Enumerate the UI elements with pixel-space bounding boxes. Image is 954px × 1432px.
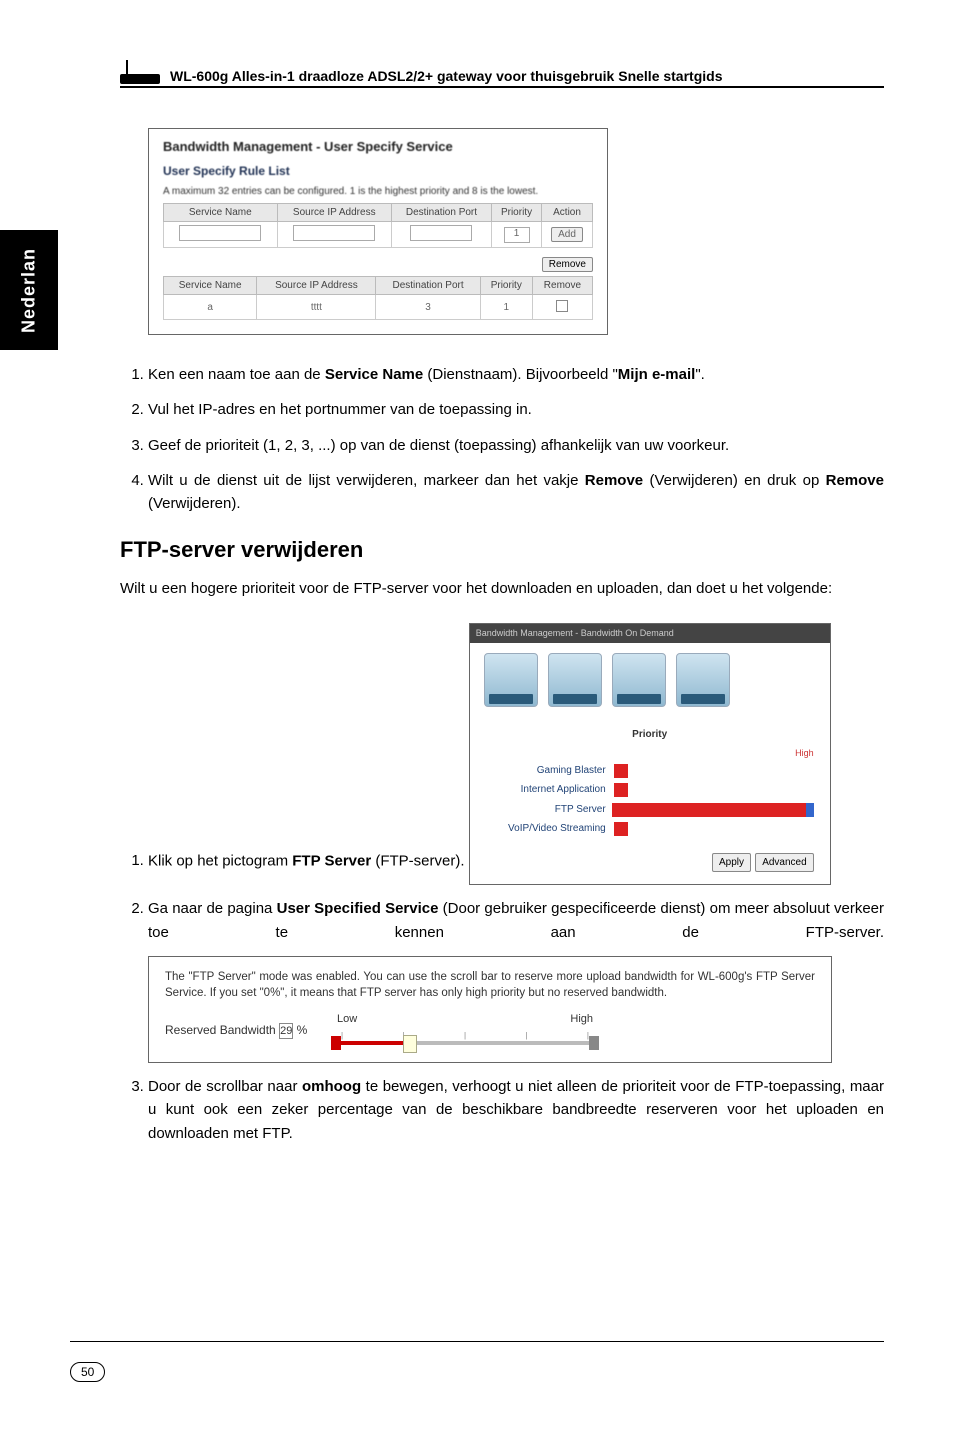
priority-row-gaming: Gaming Blaster <box>486 763 814 779</box>
page-header: WL-600g Alles-in-1 draadloze ADSL2/2+ ga… <box>120 62 884 88</box>
cell-ip: tttt <box>257 295 376 320</box>
bandwidth-slider[interactable] <box>335 1036 595 1050</box>
priority-bar[interactable] <box>614 822 628 836</box>
dialog-desc: A maximum 32 entries can be configured. … <box>163 186 593 197</box>
header-title: WL-600g Alles-in-1 draadloze ADSL2/2+ ga… <box>170 68 723 84</box>
col2-remove: Remove <box>532 277 592 295</box>
priority-bar[interactable] <box>614 764 628 778</box>
col-priority: Priority <box>491 204 541 222</box>
section-heading: FTP-server verwijderen <box>120 537 884 563</box>
screenshot-reserved-bandwidth: The "FTP Server" mode was enabled. You c… <box>148 956 832 1063</box>
cell-port: 3 <box>376 295 480 320</box>
priority-row-internet: Internet Application <box>486 782 814 798</box>
list-item: Klik op het pictogram FTP Server (FTP-se… <box>148 611 884 886</box>
dialog-subtitle: User Specify Rule List <box>163 164 593 178</box>
priority-row-voip: VoIP/Video Streaming <box>486 821 814 837</box>
col-action: Action <box>542 204 593 222</box>
page-number: 50 <box>70 1362 105 1382</box>
reserved-bw-value[interactable]: 29 <box>279 1023 293 1039</box>
note-text: The "FTP Server" mode was enabled. You c… <box>165 969 815 1001</box>
reserved-bw-label: Reserved Bandwidth <box>165 1023 276 1037</box>
col-source-ip: Source IP Address <box>277 204 391 222</box>
instruction-list-2: Klik op het pictogram FTP Server (FTP-se… <box>120 611 884 1145</box>
rule-input-table: Service Name Source IP Address Destinati… <box>163 203 593 248</box>
list-item: Wilt u de dienst uit de lijst verwijdere… <box>148 469 884 516</box>
dest-port-input[interactable] <box>410 225 472 241</box>
section-intro: Wilt u een hogere prioriteit voor de FTP… <box>120 577 884 600</box>
list-item: Vul het IP-adres en het portnummer van d… <box>148 398 884 421</box>
language-side-tab: Nederlan <box>0 230 58 350</box>
cell-service: a <box>164 295 257 320</box>
apply-button[interactable]: Apply <box>712 853 751 873</box>
list-item: Geef de prioriteit (1, 2, 3, ...) op van… <box>148 434 884 457</box>
priority-select[interactable]: 1 <box>504 227 530 243</box>
col2-priority: Priority <box>480 277 532 295</box>
col2-service-name: Service Name <box>164 277 257 295</box>
col2-dest-port: Destination Port <box>376 277 480 295</box>
table-row: 1 Add <box>164 222 593 248</box>
footer-rule <box>70 1341 884 1342</box>
list-item: Ken een naam toe aan de Service Name (Di… <box>148 363 884 386</box>
source-ip-input[interactable] <box>293 225 375 241</box>
add-button[interactable]: Add <box>551 227 583 242</box>
slider-low-label: Low <box>337 1011 357 1028</box>
col-service-name: Service Name <box>164 204 278 222</box>
table-row: a tttt 3 1 <box>164 295 593 320</box>
remove-button[interactable]: Remove <box>542 257 593 272</box>
priority-bar[interactable] <box>614 783 628 797</box>
slider-high-label: High <box>570 1011 593 1028</box>
list-item: Door de scrollbar naar omhoog te bewegen… <box>148 1075 884 1145</box>
priority-bar[interactable] <box>612 803 814 817</box>
col2-source-ip: Source IP Address <box>257 277 376 295</box>
remove-checkbox[interactable] <box>556 300 568 312</box>
gaming-blaster-icon[interactable] <box>484 653 538 707</box>
screenshot-bandwidth-on-demand: Bandwidth Management - Bandwidth On Dema… <box>469 623 831 886</box>
priority-high-label: High <box>486 747 814 761</box>
voip-video-icon[interactable] <box>676 653 730 707</box>
rule-list-table: Service Name Source IP Address Destinati… <box>163 276 593 320</box>
cell-priority: 1 <box>480 295 532 320</box>
instruction-list-1: Ken een naam toe aan de Service Name (Di… <box>120 363 884 515</box>
priority-row-ftp: FTP Server <box>486 802 814 818</box>
col-dest-port: Destination Port <box>391 204 491 222</box>
screenshot-user-specify-service: Bandwidth Management - User Specify Serv… <box>148 128 608 335</box>
internet-app-icon[interactable] <box>548 653 602 707</box>
router-icon <box>120 62 160 84</box>
list-item: Ga naar de pagina User Specified Service… <box>148 897 884 1063</box>
dialog-title: Bandwidth Management - User Specify Serv… <box>163 139 593 154</box>
reserved-bw-suffix: % <box>297 1023 308 1037</box>
service-name-input[interactable] <box>179 225 261 241</box>
ftp-server-icon[interactable] <box>612 653 666 707</box>
priority-header: Priority <box>486 727 814 743</box>
advanced-button[interactable]: Advanced <box>755 853 813 873</box>
dialog-topbar: Bandwidth Management - Bandwidth On Dema… <box>470 624 830 644</box>
